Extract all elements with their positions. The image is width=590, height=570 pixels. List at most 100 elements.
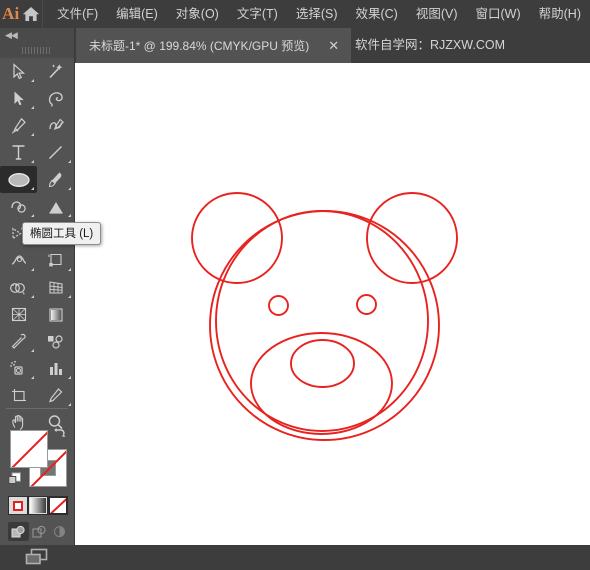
flyout-arrow-icon [68,214,71,217]
flyout-arrow-icon [31,79,34,82]
menu-view[interactable]: 视图(V) [407,0,467,28]
muzzle-ellipse[interactable] [250,332,393,435]
left-eye-ellipse[interactable] [268,295,289,316]
symbol-sprayer-tool[interactable] [0,355,37,382]
close-icon[interactable]: ✕ [328,39,339,52]
tool-row [0,85,74,112]
gradient-mode-button[interactable] [28,496,48,515]
column-graph-tool[interactable] [37,355,74,382]
none-mode-button[interactable] [48,496,68,515]
line-segment-tool[interactable] [37,139,74,166]
artboard-canvas[interactable] [75,63,590,545]
left-ear-ellipse[interactable] [191,192,283,284]
tool-row [0,139,74,166]
tool-row [0,166,74,193]
grip-dots-icon [22,46,52,54]
magic-wand-tool[interactable] [37,58,74,85]
draw-behind-button[interactable] [29,522,50,541]
home-icon[interactable] [21,0,41,28]
right-eye-ellipse[interactable] [356,294,377,315]
document-tab-bar: 未标题-1* @ 199.84% (CMYK/GPU 预览) ✕ 软件自学网：R… [0,28,590,63]
curvature-tool[interactable] [37,112,74,139]
flyout-arrow-icon [31,268,34,271]
gradient-tool[interactable] [37,301,74,328]
right-ear-ellipse[interactable] [366,192,458,284]
menu-object[interactable]: 对象(O) [167,0,228,28]
screen-mode-button[interactable] [0,544,74,570]
shaper-tool[interactable] [0,193,37,220]
swap-fill-stroke-icon[interactable] [52,426,66,440]
color-mode-icon [13,500,23,511]
menu-help[interactable]: 帮助(H) [530,0,590,28]
bear-face-artwork [191,192,458,441]
fill-none-indicator-icon [11,431,47,467]
perspective-grid-tool[interactable] [37,274,74,301]
width-tool[interactable] [0,247,37,274]
nose-ellipse[interactable] [290,339,355,388]
eyedropper-tool[interactable] [0,328,37,355]
tool-grid [0,58,74,436]
type-tool[interactable] [0,139,37,166]
draw-inside-button[interactable] [49,522,70,541]
menu-edit[interactable]: 编辑(E) [107,0,167,28]
document-tab[interactable]: 未标题-1* @ 199.84% (CMYK/GPU 预览) ✕ [76,28,352,63]
document-tab-title: 未标题-1* @ 199.84% (CMYK/GPU 预览) [89,39,310,53]
gradient-mode-icon [30,498,46,513]
menu-type[interactable]: 文字(T) [228,0,287,28]
artboard-tool[interactable] [0,382,37,409]
slice-tool[interactable] [37,382,74,409]
brow-ellipse[interactable] [215,210,429,432]
ellipse-tool[interactable] [0,166,37,193]
default-fill-stroke-icon[interactable] [8,472,22,486]
selection-tool[interactable] [0,58,37,85]
toolbar-divider [6,408,68,409]
collapse-panel-icon[interactable]: ◀◀ [0,28,74,42]
flyout-arrow-icon [31,187,34,190]
tool-row [0,328,74,355]
flyout-arrow-icon [68,376,71,379]
fill-swatch[interactable] [10,430,48,468]
tool-row [0,355,74,382]
menu-file[interactable]: 文件(F) [48,0,107,28]
tool-row [0,193,74,220]
flyout-arrow-icon [31,376,34,379]
pen-tool[interactable] [0,112,37,139]
tool-row [0,112,74,139]
tool-row [0,247,74,274]
lasso-tool[interactable] [37,85,74,112]
color-controls [0,414,74,496]
flyout-arrow-icon [31,349,34,352]
app-logo-icon: Ai [2,4,20,23]
flyout-arrow-icon [31,106,34,109]
color-mode-button[interactable] [8,496,28,515]
flyout-arrow-icon [31,214,34,217]
free-transform-tool[interactable] [37,247,74,274]
menu-select[interactable]: 选择(S) [287,0,347,28]
menubar-divider [41,0,43,28]
none-mode-icon [50,498,66,513]
flyout-arrow-icon [68,187,71,190]
panel-drag-handle[interactable] [0,42,74,58]
menu-effect[interactable]: 效果(C) [346,0,406,28]
draw-normal-button[interactable] [8,522,29,541]
flyout-arrow-icon [68,403,71,406]
direct-selection-tool[interactable] [0,85,37,112]
paintbrush-tool[interactable] [37,166,74,193]
tool-tooltip: 椭圆工具 (L) [22,222,102,245]
watermark-text: 软件自学网：RJZXW.COM [355,38,505,52]
flyout-arrow-icon [68,295,71,298]
menu-bar: Ai 文件(F) 编辑(E) 对象(O) 文字(T) 选择(S) 效果(C) 视… [0,0,590,28]
eraser-tool[interactable] [37,193,74,220]
tools-panel: ◀◀ 椭圆工具 (L) [0,28,102,565]
mesh-tool[interactable] [0,301,37,328]
menu-window[interactable]: 窗口(W) [467,0,530,28]
tool-row [0,382,74,409]
shape-builder-tool[interactable] [0,274,37,301]
drawing-mode-buttons [8,522,70,541]
tool-row [0,58,74,85]
flyout-arrow-icon [68,268,71,271]
flyout-arrow-icon [31,295,34,298]
blend-tool[interactable] [37,328,74,355]
tool-row [0,274,74,301]
flyout-arrow-icon [68,160,71,163]
